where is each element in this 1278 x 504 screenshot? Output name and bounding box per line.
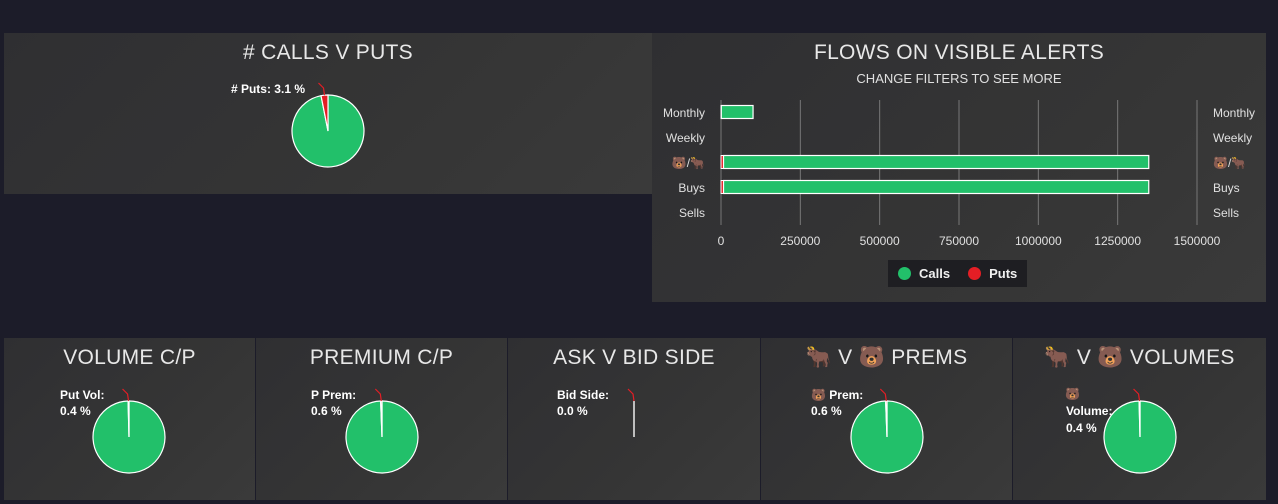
pie-label-connector [374, 388, 382, 402]
pie-group [345, 388, 419, 474]
calls-legend-label[interactable]: Calls [919, 266, 950, 281]
bull-v-bear-volumes-pie-chart: 🐻 Volume: 0.4 % [1065, 386, 1177, 474]
calls-legend-icon [898, 267, 911, 280]
pie-data-label-line2: 0.4 % [60, 404, 91, 418]
pie-data-label-line1: Bid Side: [557, 388, 609, 402]
premium-cp-pie-chart: P Prem: 0.6 % [311, 388, 419, 474]
bar-calls [722, 154, 1150, 170]
premium-cp-panel: PREMIUM C/P P Prem: 0.6 % [256, 338, 507, 500]
bar-calls [722, 179, 1150, 195]
puts-legend-icon [968, 267, 982, 280]
pie-data-label-line2: 0.6 % [811, 404, 842, 418]
pie-group [1103, 388, 1177, 474]
y-tick-label-left: Monthly [663, 106, 705, 120]
pie-data-label-line2: 0.0 % [557, 404, 588, 418]
x-tick-label: 500000 [860, 234, 900, 248]
calls-v-puts-panel: # CALLS V PUTS # Puts: 3.1 % [4, 33, 652, 194]
y-tick-label-left: Buys [678, 181, 705, 195]
pie-data-label-line1: Put Vol: [60, 388, 104, 402]
flows-panel: FLOWS ON VISIBLE ALERTS CHANGE FILTERS T… [652, 33, 1266, 302]
volume-cp-panel: VOLUME C/P Put Vol: 0.4 % [4, 338, 255, 500]
pie-label-connector [1133, 388, 1141, 402]
y-tick-label-right: 🐻/🐂 [1213, 155, 1246, 170]
ask-v-bid-panel: ASK V BID SIDE Bid Side: 0.0 % [508, 338, 760, 500]
calls-v-puts-pie-chart: # Puts: 3.1 % [231, 82, 365, 168]
bull-v-bear-volumes-panel: 🐂 V 🐻 VOLUMES 🐻 Volume: 0.4 % [1013, 338, 1266, 500]
y-tick-label-left: 🐻/🐂 [672, 155, 705, 170]
pie-group [627, 388, 635, 437]
pie-data-label-line2: Volume: [1066, 404, 1112, 418]
ask-v-bid-pie-chart: Bid Side: 0.0 % [557, 388, 635, 437]
bar-calls [720, 104, 754, 120]
pie-label-connector [627, 388, 635, 402]
x-tick-label: 750000 [939, 234, 979, 248]
y-tick-label-left: Weekly [666, 131, 705, 145]
flows-legend: Calls Puts [888, 260, 1028, 287]
volume-cp-pie-chart: Put Vol: 0.4 % [60, 388, 166, 474]
y-tick-label-right: Weekly [1213, 131, 1252, 145]
y-tick-label-right: Buys [1213, 181, 1240, 195]
x-tick-label: 1000000 [1015, 234, 1062, 248]
pie-data-label-line3: 0.4 % [1066, 421, 1097, 435]
pie-data-label-line1: 🐻 Prem: [811, 387, 863, 402]
bull-v-bear-prems-panel: 🐂 V 🐻 PREMS 🐻 Prem: 0.6 % [761, 338, 1012, 500]
pie-label-connector [879, 388, 887, 402]
x-tick-label: 250000 [780, 234, 820, 248]
puts-legend-label[interactable]: Puts [989, 266, 1017, 281]
pie-data-label-line1: 🐻 [1065, 386, 1080, 401]
y-tick-label-right: Monthly [1213, 106, 1255, 120]
x-tick-label: 1250000 [1094, 234, 1141, 248]
y-tick-label-left: Sells [679, 206, 705, 220]
pie-data-label: # Puts: 3.1 % [231, 82, 305, 96]
pie-label-connector [318, 82, 326, 96]
x-tick-label: 0 [718, 234, 725, 248]
pie-label-connector [122, 388, 130, 402]
bull-v-bear-prems-pie-chart: 🐻 Prem: 0.6 % [811, 387, 924, 474]
y-tick-label-right: Sells [1213, 206, 1239, 220]
pie-data-label-line2: 0.6 % [311, 404, 342, 418]
pie-data-label-line1: P Prem: [311, 388, 356, 402]
x-tick-label: 1500000 [1174, 234, 1221, 248]
